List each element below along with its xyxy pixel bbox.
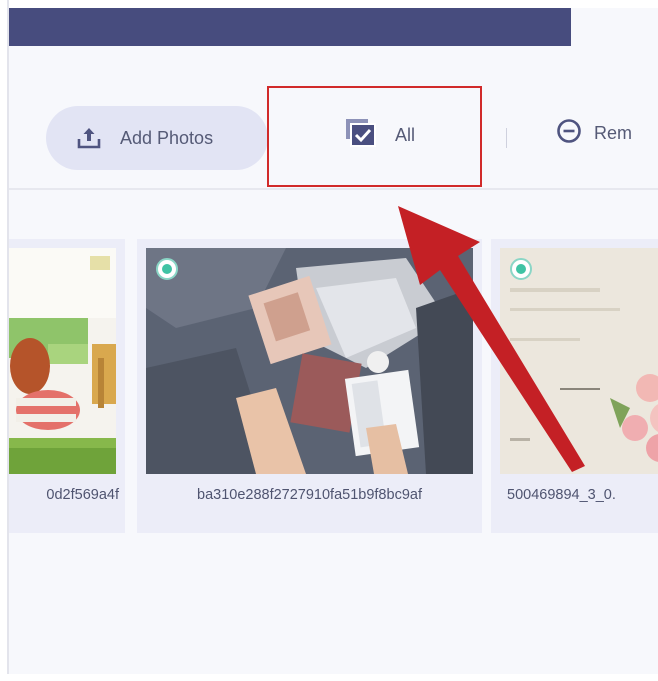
add-photos-label: Add Photos xyxy=(120,127,214,148)
photo-filename: 500469894_3_0. xyxy=(507,487,616,503)
selected-indicator-icon[interactable] xyxy=(156,258,178,280)
selected-indicator-icon[interactable] xyxy=(510,258,532,280)
photo-filename: 0d2f569a4f xyxy=(46,487,119,503)
title-bar xyxy=(9,8,571,46)
minus-circle-icon xyxy=(556,118,582,149)
toolbar-separator xyxy=(506,128,507,148)
upload-icon xyxy=(76,125,102,151)
photo-thumbnail xyxy=(9,248,116,474)
photo-thumbnail xyxy=(500,248,658,474)
remove-label: Rem xyxy=(594,123,633,143)
window-bottom-edge xyxy=(0,674,658,681)
remove-button[interactable]: Rem xyxy=(556,118,632,149)
add-photos-button[interactable]: Add Photos xyxy=(46,106,268,170)
photo-filename: ba310e288f2727910fa51b9f8bc9af xyxy=(197,487,422,503)
photo-card[interactable]: 0d2f569a4f xyxy=(9,239,125,533)
photo-card[interactable]: ba310e288f2727910fa51b9f8bc9af xyxy=(137,239,482,533)
highlight-box xyxy=(267,86,482,187)
window-left-edge xyxy=(0,0,9,681)
photo-card[interactable]: 500469894_3_0. xyxy=(491,239,658,533)
toolbar-divider xyxy=(9,188,658,190)
photo-thumbnail xyxy=(146,248,473,474)
